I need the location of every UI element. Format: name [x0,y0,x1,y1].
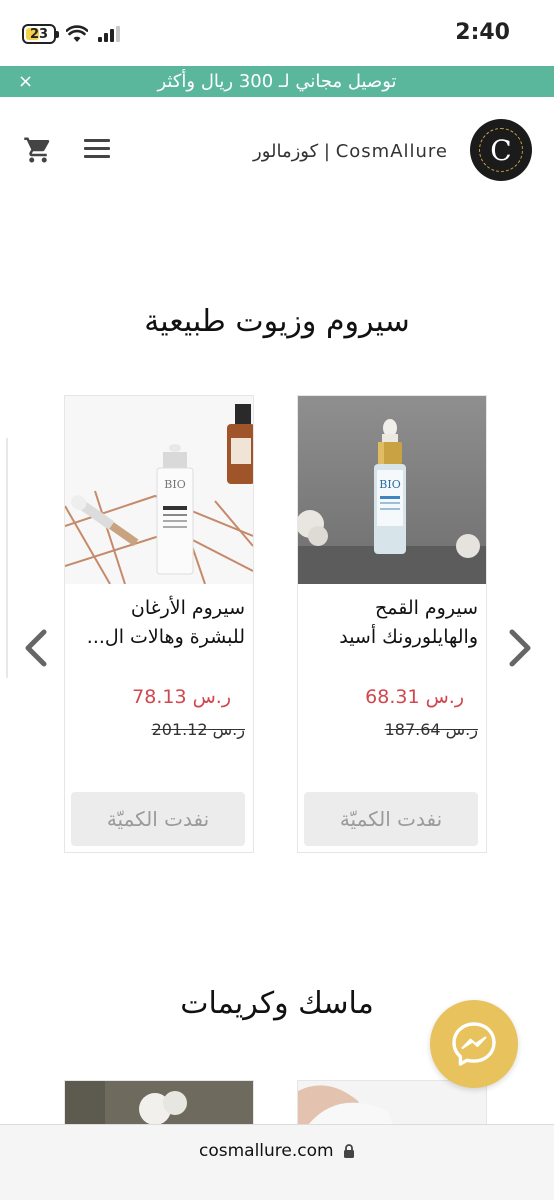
cart-icon[interactable] [22,135,54,165]
browser-address-bar[interactable]: cosmallure.com [0,1124,554,1200]
product-image[interactable] [298,1081,487,1124]
announcement-bar: × توصيل مجاني لـ 300 ريال وأكثر [0,66,554,97]
serum-bottle-image[interactable]: BIO [298,396,486,584]
svg-text:BIO: BIO [164,478,185,491]
product-image[interactable] [65,1081,254,1124]
battery-level: 23 [29,26,49,42]
clock: 2:40 [455,20,510,45]
messenger-icon [452,1022,496,1066]
announcement-text: توصيل مجاني لـ 300 ريال وأكثر [157,71,397,92]
logo[interactable]: C [470,119,532,181]
section-title-serums: سيروم وزيوت طبيعية [144,304,410,339]
product-name[interactable]: سيروم القمح والهايلورونك أسيد [306,594,478,652]
svg-text:BIO: BIO [379,478,400,491]
scroll-indicator [6,438,8,678]
product-card[interactable] [64,1080,254,1124]
lock-icon [344,1143,354,1158]
product-old-price: ر.س 187.64 [384,720,478,739]
product-card[interactable] [297,1080,487,1124]
url-text[interactable]: cosmallure.com [199,1141,334,1161]
argan-serum-image[interactable]: BIO [65,396,253,584]
status-bar: 23 2:40 [0,0,554,66]
sold-out-button[interactable]: نفدت الكميّة [71,792,245,846]
sold-out-button[interactable]: نفدت الكميّة [304,792,478,846]
close-icon[interactable]: × [18,71,33,92]
product-price: ر.س 78.13 [132,686,231,708]
battery-icon: 23 [22,24,59,44]
brand-name[interactable]: كوزمالور | CosmAllure [253,141,448,162]
signal-icon [98,26,120,42]
site-header: كوزمالور | CosmAllure C [0,97,554,205]
wifi-icon [66,25,88,42]
product-name[interactable]: سيروم الأرغان للبشرة وهالات ال... [73,594,245,652]
product-card[interactable]: BIO سيروم الأرغان للبشرة وهالات ال... ر.… [64,395,254,853]
product-price: ر.س 68.31 [365,686,464,708]
product-old-price: ر.س 201.12 [151,720,245,739]
product-card[interactable]: BIO سيروم القمح والهايلورونك أسيد ر.س 68… [297,395,487,853]
chevron-right-icon[interactable] [506,628,534,668]
menu-icon[interactable] [84,139,110,159]
status-indicators: 23 [22,24,122,44]
messenger-chat-button[interactable] [430,1000,518,1088]
chevron-left-icon[interactable] [22,628,50,668]
